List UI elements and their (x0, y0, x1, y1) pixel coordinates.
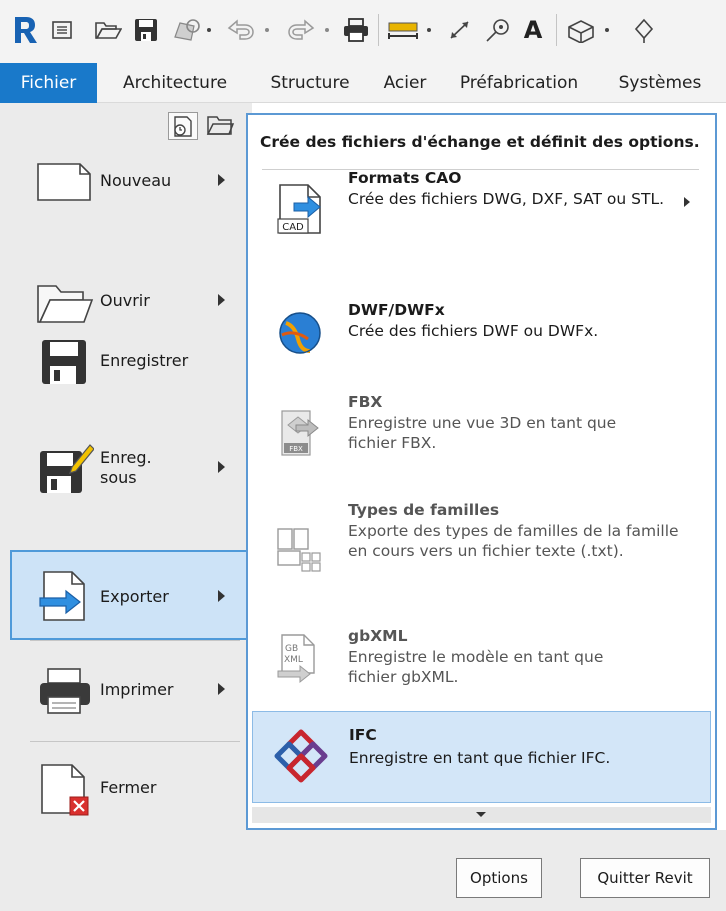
dwf-globe-icon (279, 312, 321, 354)
submenu-arrow-icon (218, 461, 225, 473)
ribbon-tabs: Fichier Architecture Structure Acier Pré… (0, 63, 726, 103)
submenu-item-fbx[interactable]: FBX FBX Enregistre une vue 3D en tant qu… (252, 393, 711, 456)
gb-label: GB (285, 644, 298, 654)
fbx-label: FBX (289, 445, 303, 453)
menu-item-fermer[interactable]: Fermer (14, 743, 244, 833)
open-documents-icon (206, 116, 235, 135)
menu-divider (30, 741, 240, 742)
ifc-icon (274, 729, 328, 783)
xml-label: XML (284, 655, 303, 665)
submenu-arrow-icon (218, 683, 225, 695)
menu-item-label: Enregistrer (100, 351, 189, 370)
print-icon[interactable] (340, 10, 372, 50)
tab-structure[interactable]: Structure (258, 63, 362, 103)
submenu-item-title: IFC (349, 726, 377, 744)
submenu-item-dwf[interactable]: DWF/DWFx Crée des fichiers DWF ou DWFx. (252, 301, 711, 361)
menu-item-enreg-sous[interactable]: Enreg. sous (14, 423, 244, 513)
tab-prefabrication[interactable]: Préfabrication (450, 63, 588, 103)
menu-divider (30, 640, 240, 641)
submenu-scroll-down[interactable] (252, 807, 711, 823)
tag-icon[interactable] (482, 10, 514, 50)
submenu-item-ifc[interactable]: IFC Enregistre en tant que fichier IFC. (252, 711, 711, 803)
cad-label: CAD (282, 222, 304, 233)
3d-view-icon[interactable] (562, 10, 620, 50)
new-document-icon (37, 163, 91, 201)
options-button[interactable]: Options (456, 858, 542, 898)
tab-acier[interactable]: Acier (373, 63, 437, 103)
redo-icon[interactable] (282, 10, 336, 50)
submenu-item-description: Enregistre une vue 3D en tant que fichie… (348, 414, 617, 452)
tab-fichier[interactable]: Fichier (0, 63, 97, 103)
submenu-arrow-icon (218, 590, 225, 602)
submenu-item-description: Enregistre le modèle en tant que fichier… (348, 648, 604, 686)
export-submenu: Crée des fichiers d'échange et définit d… (246, 113, 717, 830)
submenu-arrow-icon (684, 197, 690, 207)
family-types-icon (277, 528, 321, 572)
menu-item-enregistrer[interactable]: Enregistrer (14, 316, 244, 406)
menu-item-exporter[interactable]: Exporter (10, 550, 249, 640)
gbxml-icon: GB XML (277, 634, 315, 684)
chevron-down-icon (476, 812, 486, 817)
printer-icon (40, 668, 90, 714)
fbx-icon: FBX (281, 410, 319, 456)
menu-item-nouveau[interactable]: Nouveau (14, 136, 244, 226)
submenu-item-gbxml[interactable]: GB XML gbXML Enregistre le modèle en tan… (252, 627, 711, 687)
submenu-item-title: DWF/DWFx (348, 301, 445, 319)
tab-systemes[interactable]: Systèmes (600, 63, 720, 103)
menu-item-imprimer[interactable]: Imprimer (14, 645, 244, 735)
submenu-arrow-icon (218, 294, 225, 306)
submenu-item-title: Types de familles (348, 501, 500, 519)
save-as-icon (40, 444, 94, 493)
measure-icon[interactable] (384, 10, 440, 50)
revit-logo-icon[interactable] (10, 10, 40, 50)
menu-item-label: Exporter (100, 587, 169, 606)
submenu-item-types-de-familles[interactable]: Types de familles Exporte des types de f… (252, 501, 711, 581)
submenu-item-description: Crée des fichiers DWG, DXF, SAT ou STL. (348, 190, 665, 208)
recent-files-icon[interactable] (48, 10, 76, 50)
save-icon (42, 340, 86, 384)
submenu-item-description: Exporte des types de familles de la fami… (348, 522, 679, 560)
submenu-item-title: Formats CAO (348, 169, 462, 187)
text-icon[interactable]: A (518, 10, 548, 50)
undo-icon[interactable] (222, 10, 278, 50)
open-folder-icon[interactable] (92, 10, 124, 50)
section-icon[interactable] (626, 10, 662, 50)
export-icon (39, 571, 85, 621)
save-icon[interactable] (130, 10, 162, 50)
submenu-arrow-icon (218, 174, 225, 186)
submenu-item-title: gbXML (348, 627, 408, 645)
exit-revit-button[interactable]: Quitter Revit (580, 858, 710, 898)
submenu-title: Crée des fichiers d'échange et définit d… (260, 133, 700, 151)
submenu-item-title: FBX (348, 393, 383, 411)
menu-item-label: Enreg. sous (100, 448, 152, 487)
close-document-icon (41, 764, 89, 816)
submenu-item-description: Enregistre en tant que fichier IFC. (349, 749, 611, 767)
sync-icon[interactable] (170, 10, 216, 50)
tab-architecture[interactable]: Architecture (105, 63, 245, 103)
menu-item-label: Fermer (100, 778, 157, 797)
cad-export-icon: CAD (277, 184, 321, 234)
submenu-item-formats-cao[interactable]: CAD Formats CAO Crée des fichiers DWG, D… (252, 165, 711, 255)
submenu-item-description: Crée des fichiers DWF ou DWFx. (348, 322, 599, 340)
dimension-icon[interactable] (444, 10, 476, 50)
menu-item-label: Nouveau (100, 171, 172, 190)
quick-access-toolbar: A (0, 0, 726, 63)
menu-item-label: Imprimer (100, 680, 174, 699)
